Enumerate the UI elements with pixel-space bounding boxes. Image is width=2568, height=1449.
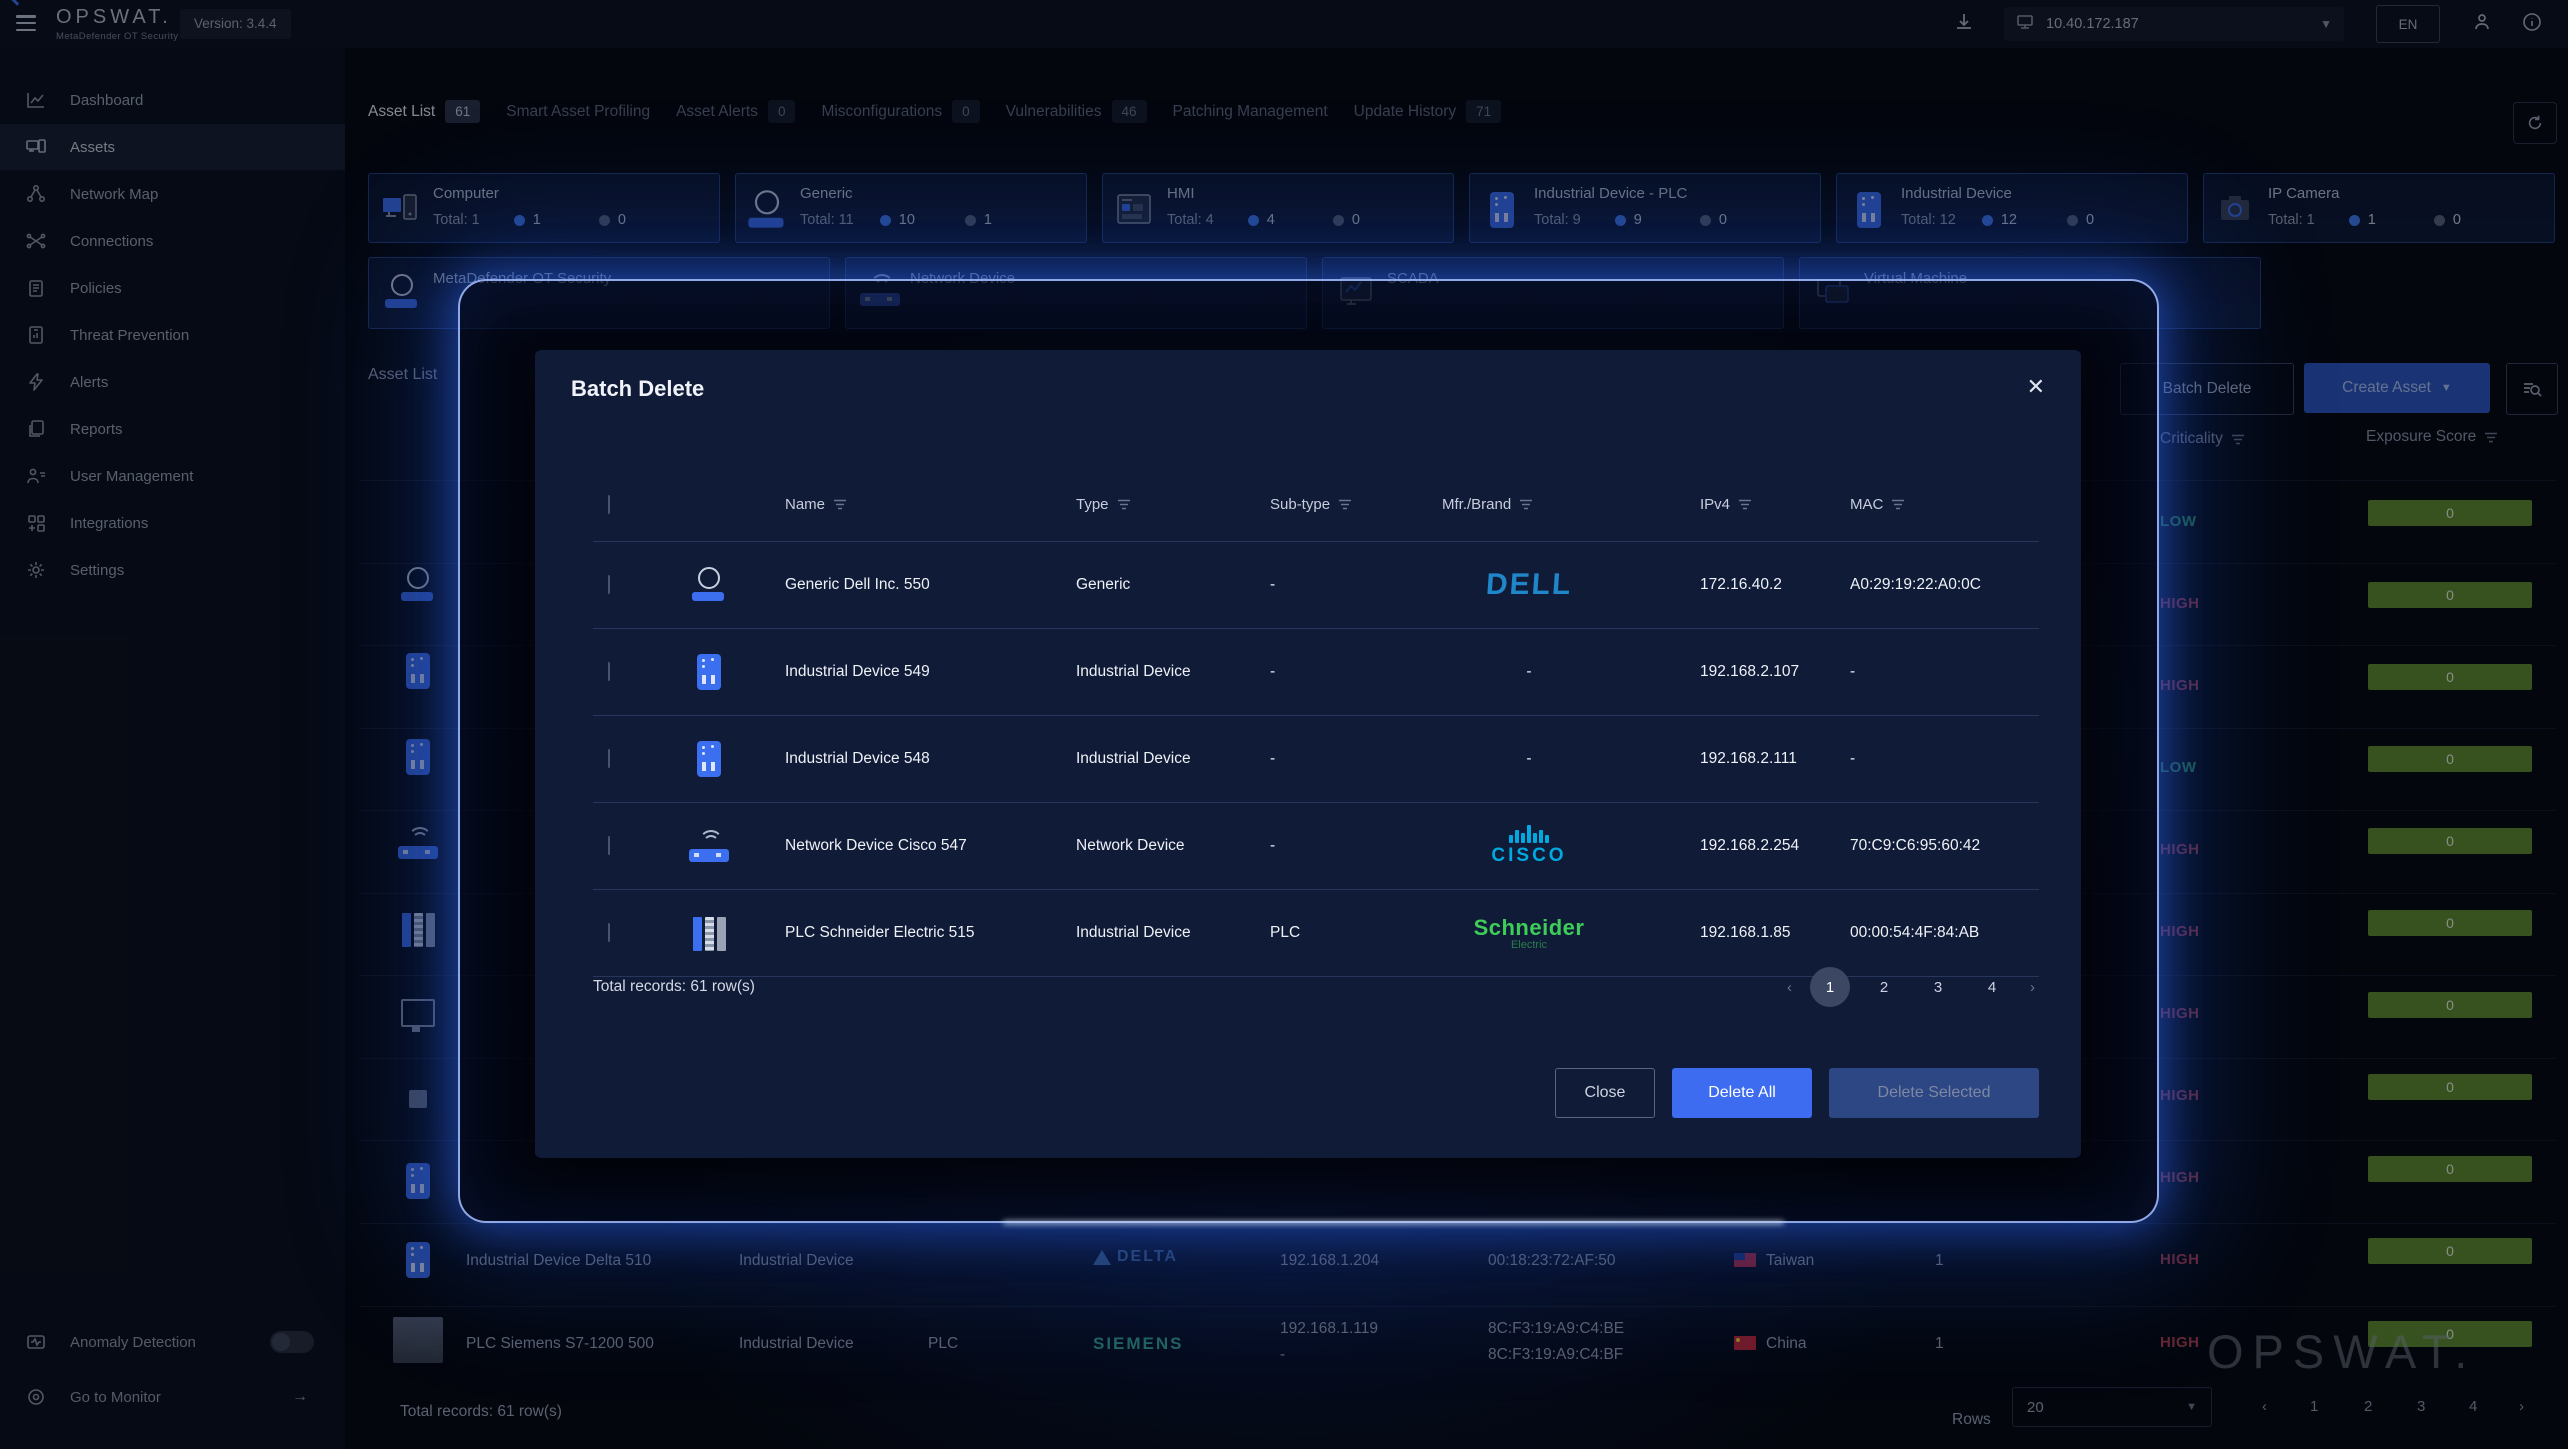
- page-1[interactable]: 1: [1810, 967, 1850, 1007]
- table-row[interactable]: Generic Dell Inc. 550 Generic - DELL 172…: [593, 542, 2039, 629]
- delete-all-button[interactable]: Delete All: [1672, 1068, 1812, 1118]
- batch-delete-modal: Batch Delete ✕ Name Type Sub-type Mfr./B…: [535, 350, 2081, 1158]
- table-header-row: Name Type Sub-type Mfr./Brand IPv4 MAC: [593, 468, 2039, 542]
- close-icon[interactable]: ✕: [2027, 376, 2045, 398]
- column-header-ipv4[interactable]: IPv4: [1700, 496, 1752, 513]
- row-checkbox[interactable]: [608, 836, 610, 855]
- industrial-device-icon: [697, 741, 721, 777]
- app-screen: OPSWAT. MetaDefender OT Security Version…: [0, 0, 2568, 1449]
- modal-buttons: Close Delete All Delete Selected: [1555, 1068, 2039, 1118]
- plc-rack-icon: [693, 915, 726, 951]
- column-header-subtype[interactable]: Sub-type: [1270, 496, 1352, 513]
- dell-logo: DELL: [1485, 568, 1574, 602]
- column-header-brand[interactable]: Mfr./Brand: [1442, 496, 1533, 513]
- pagination: ‹ 1 2 3 4 ›: [1783, 967, 2039, 1007]
- schneider-logo: SchneiderElectric: [1474, 915, 1585, 951]
- delete-selected-button[interactable]: Delete Selected: [1829, 1068, 2039, 1118]
- column-header-name[interactable]: Name: [785, 496, 847, 513]
- batch-delete-table: Name Type Sub-type Mfr./Brand IPv4 MAC G…: [593, 468, 2039, 977]
- select-all-checkbox[interactable]: [608, 495, 610, 514]
- asset-name: Generic Dell Inc. 550: [765, 576, 1043, 594]
- table-row[interactable]: Network Device Cisco 547 Network Device …: [593, 803, 2039, 890]
- network-device-icon: [689, 828, 729, 864]
- table-row[interactable]: Industrial Device 548 Industrial Device …: [593, 716, 2039, 803]
- modal-title: Batch Delete: [571, 376, 704, 402]
- page-prev[interactable]: ‹: [1783, 979, 1796, 996]
- row-checkbox[interactable]: [608, 923, 610, 942]
- cisco-logo: CISCO: [1491, 825, 1566, 867]
- row-checkbox[interactable]: [608, 662, 610, 681]
- total-records: Total records: 61 row(s): [593, 978, 755, 996]
- row-checkbox[interactable]: [608, 575, 610, 594]
- column-header-mac[interactable]: MAC: [1850, 496, 1905, 513]
- industrial-device-icon: [697, 654, 721, 690]
- page-2[interactable]: 2: [1864, 967, 1904, 1007]
- page-4[interactable]: 4: [1972, 967, 2012, 1007]
- row-checkbox[interactable]: [608, 749, 610, 768]
- column-header-type[interactable]: Type: [1076, 496, 1131, 513]
- generic-device-icon: [692, 567, 726, 603]
- modal-footer: Total records: 61 row(s) ‹ 1 2 3 4 ›: [593, 958, 2039, 1016]
- page-next[interactable]: ›: [2026, 979, 2039, 996]
- close-button[interactable]: Close: [1555, 1068, 1655, 1118]
- table-row[interactable]: Industrial Device 549 Industrial Device …: [593, 629, 2039, 716]
- page-3[interactable]: 3: [1918, 967, 1958, 1007]
